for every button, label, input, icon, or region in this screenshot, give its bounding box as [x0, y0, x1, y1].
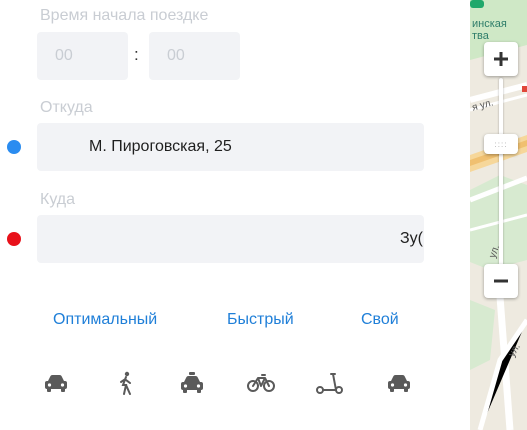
route-option-custom[interactable]: Свой	[361, 311, 399, 329]
zoom-slider-track[interactable]	[499, 78, 503, 266]
zoom-out-button[interactable]	[484, 264, 518, 298]
to-dot-icon	[7, 232, 21, 246]
hours-input[interactable]: 00	[37, 32, 128, 80]
to-input[interactable]: Зу(	[37, 215, 424, 263]
map-place-label: инская	[472, 18, 507, 30]
to-label: Куда	[40, 191, 76, 208]
from-label: Откуда	[40, 99, 93, 116]
minutes-input[interactable]: 00	[149, 32, 240, 80]
from-dot-icon	[7, 140, 21, 154]
time-separator: :	[134, 45, 139, 64]
from-input[interactable]: М. Пироговская, 25	[37, 123, 424, 171]
to-value: Зу(	[400, 230, 423, 247]
route-option-fast[interactable]: Быстрый	[227, 311, 294, 329]
pedestrian-icon[interactable]	[110, 368, 142, 398]
car-icon[interactable]	[40, 368, 72, 398]
route-panel: Время начала поездке 00 : 00 Откуда М. П…	[0, 0, 470, 430]
car-sharing-icon[interactable]	[383, 368, 415, 398]
zoom-in-button[interactable]	[484, 42, 518, 76]
scooter-icon[interactable]	[314, 368, 346, 398]
plus-icon	[494, 52, 508, 66]
route-option-optimal[interactable]: Оптимальный	[53, 311, 157, 329]
from-value: М. Пироговская, 25	[89, 138, 232, 155]
map-place-label-2: тва	[472, 30, 489, 42]
minus-icon	[494, 279, 508, 283]
start-time-label: Время начала поездке	[40, 7, 209, 24]
bicycle-icon[interactable]	[245, 368, 277, 398]
taxi-icon[interactable]	[176, 368, 208, 398]
zoom-slider-handle[interactable]: ::::	[484, 134, 518, 154]
